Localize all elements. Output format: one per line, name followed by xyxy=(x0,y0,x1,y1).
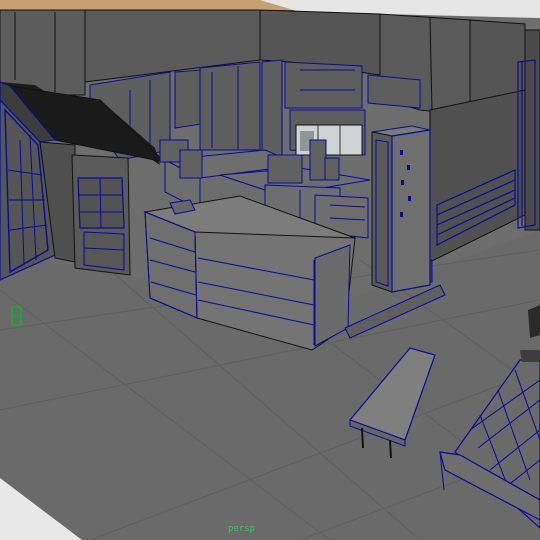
shed-door xyxy=(71,154,131,276)
refrigerator xyxy=(371,125,431,293)
wall-back-left xyxy=(0,9,86,96)
maya-perspective-viewport[interactable] xyxy=(0,0,540,540)
back-window xyxy=(295,124,363,156)
camera-label: persp xyxy=(228,524,256,534)
floor-lamp xyxy=(528,305,540,338)
